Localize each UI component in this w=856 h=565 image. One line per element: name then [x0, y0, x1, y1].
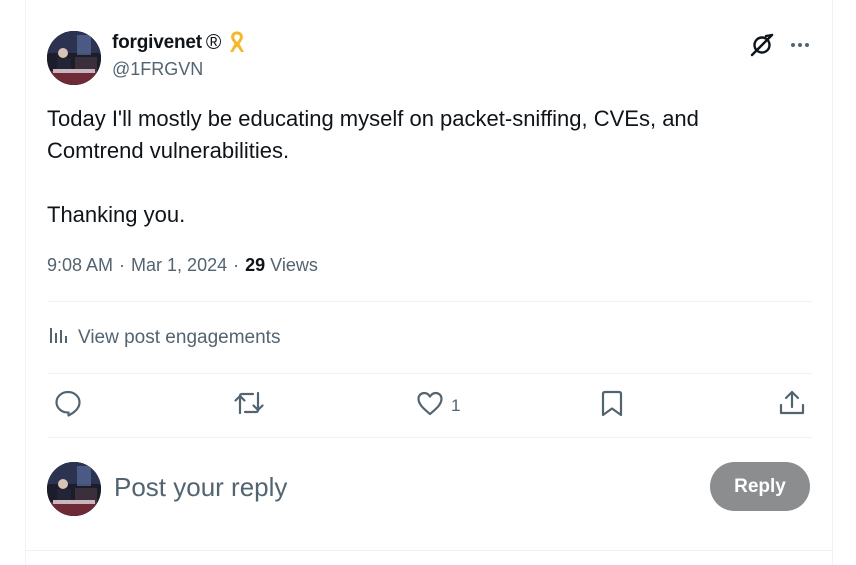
views-info[interactable]: 29 Views — [245, 255, 318, 276]
author-display-name[interactable]: forgivenet — [112, 32, 202, 54]
author-handle[interactable]: @1FRGVN — [112, 59, 203, 80]
bookmark-action[interactable] — [597, 388, 627, 423]
divider — [47, 301, 812, 302]
like-action[interactable]: 1 — [415, 388, 460, 423]
view-engagements-link[interactable]: View post engagements — [47, 324, 280, 352]
meta-separator: · — [233, 255, 240, 275]
analytics-icon — [47, 324, 69, 352]
views-count: 29 — [245, 255, 266, 275]
reply-input[interactable] — [114, 467, 674, 507]
reply-action[interactable] — [53, 388, 83, 423]
heart-icon — [415, 388, 445, 423]
bookmark-icon — [597, 388, 627, 423]
post-top-actions — [749, 32, 811, 58]
divider — [25, 550, 833, 551]
post-metadata: 9:08 AM · Mar 1, 2024 · 29 Views — [47, 255, 318, 276]
repost-icon — [233, 388, 265, 423]
comment-icon — [53, 388, 83, 423]
share-icon — [777, 388, 807, 423]
divider — [47, 373, 812, 374]
view-engagements-label: View post engagements — [78, 327, 281, 348]
grok-icon[interactable] — [749, 32, 775, 58]
share-action[interactable] — [777, 388, 807, 423]
author-avatar[interactable] — [47, 31, 101, 85]
post-date[interactable]: Mar 1, 2024 — [131, 255, 227, 276]
like-count: 1 — [451, 395, 461, 415]
more-options-icon[interactable] — [789, 34, 811, 56]
post-action-bar: 1 — [47, 388, 812, 426]
repost-action[interactable] — [233, 388, 265, 423]
ribbon-icon — [227, 31, 247, 55]
reply-button[interactable]: Reply — [710, 462, 810, 511]
divider — [47, 437, 812, 438]
post-time[interactable]: 9:08 AM — [47, 255, 113, 276]
registered-mark: ® — [205, 31, 222, 54]
meta-separator: · — [119, 255, 126, 275]
post-body-text: Today I'll mostly be educating myself on… — [47, 106, 699, 227]
views-label: Views — [270, 255, 318, 275]
current-user-avatar[interactable] — [47, 462, 101, 516]
author-name-row: forgivenet ® — [112, 31, 247, 55]
